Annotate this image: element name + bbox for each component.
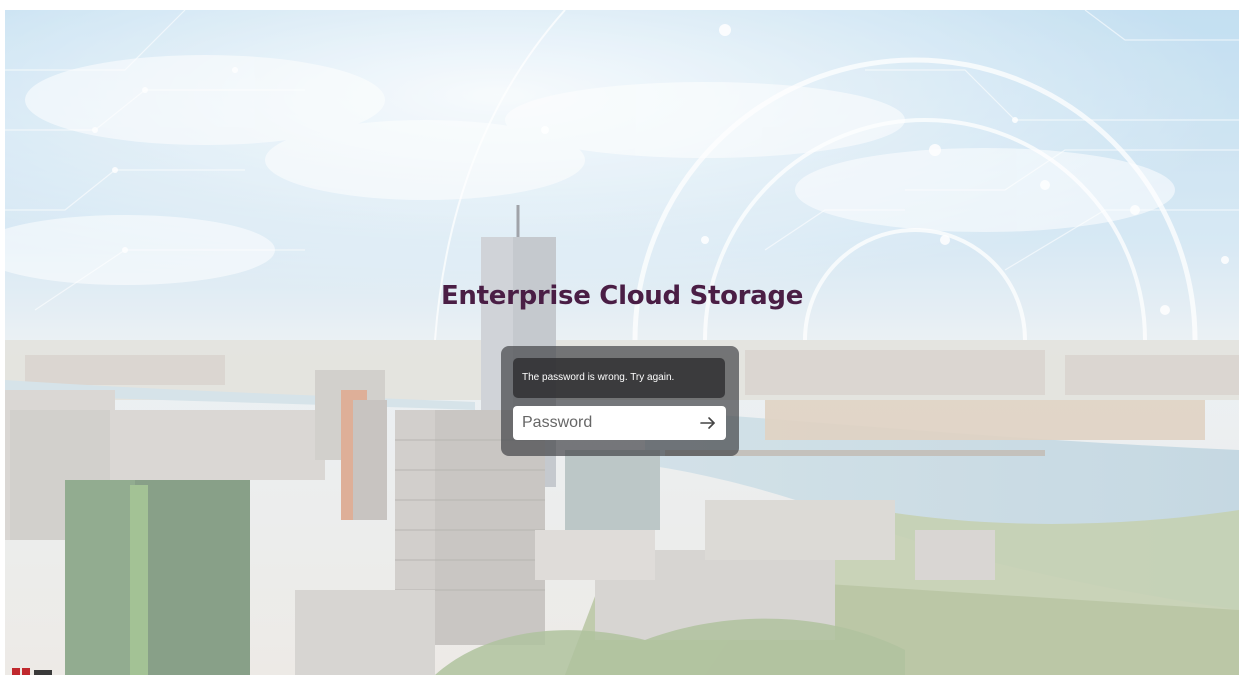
password-field (513, 406, 726, 440)
password-input[interactable] (513, 406, 692, 440)
background-city-image (5, 10, 1239, 675)
page-title: Enterprise Cloud Storage (440, 281, 804, 311)
login-page: Enterprise Cloud Storage The password is… (5, 10, 1239, 675)
arrow-right-icon (700, 417, 715, 429)
login-panel: The password is wrong. Try again. (501, 346, 739, 456)
submit-button[interactable] (694, 409, 722, 437)
error-message: The password is wrong. Try again. (513, 358, 725, 398)
brand-logo (12, 668, 52, 675)
